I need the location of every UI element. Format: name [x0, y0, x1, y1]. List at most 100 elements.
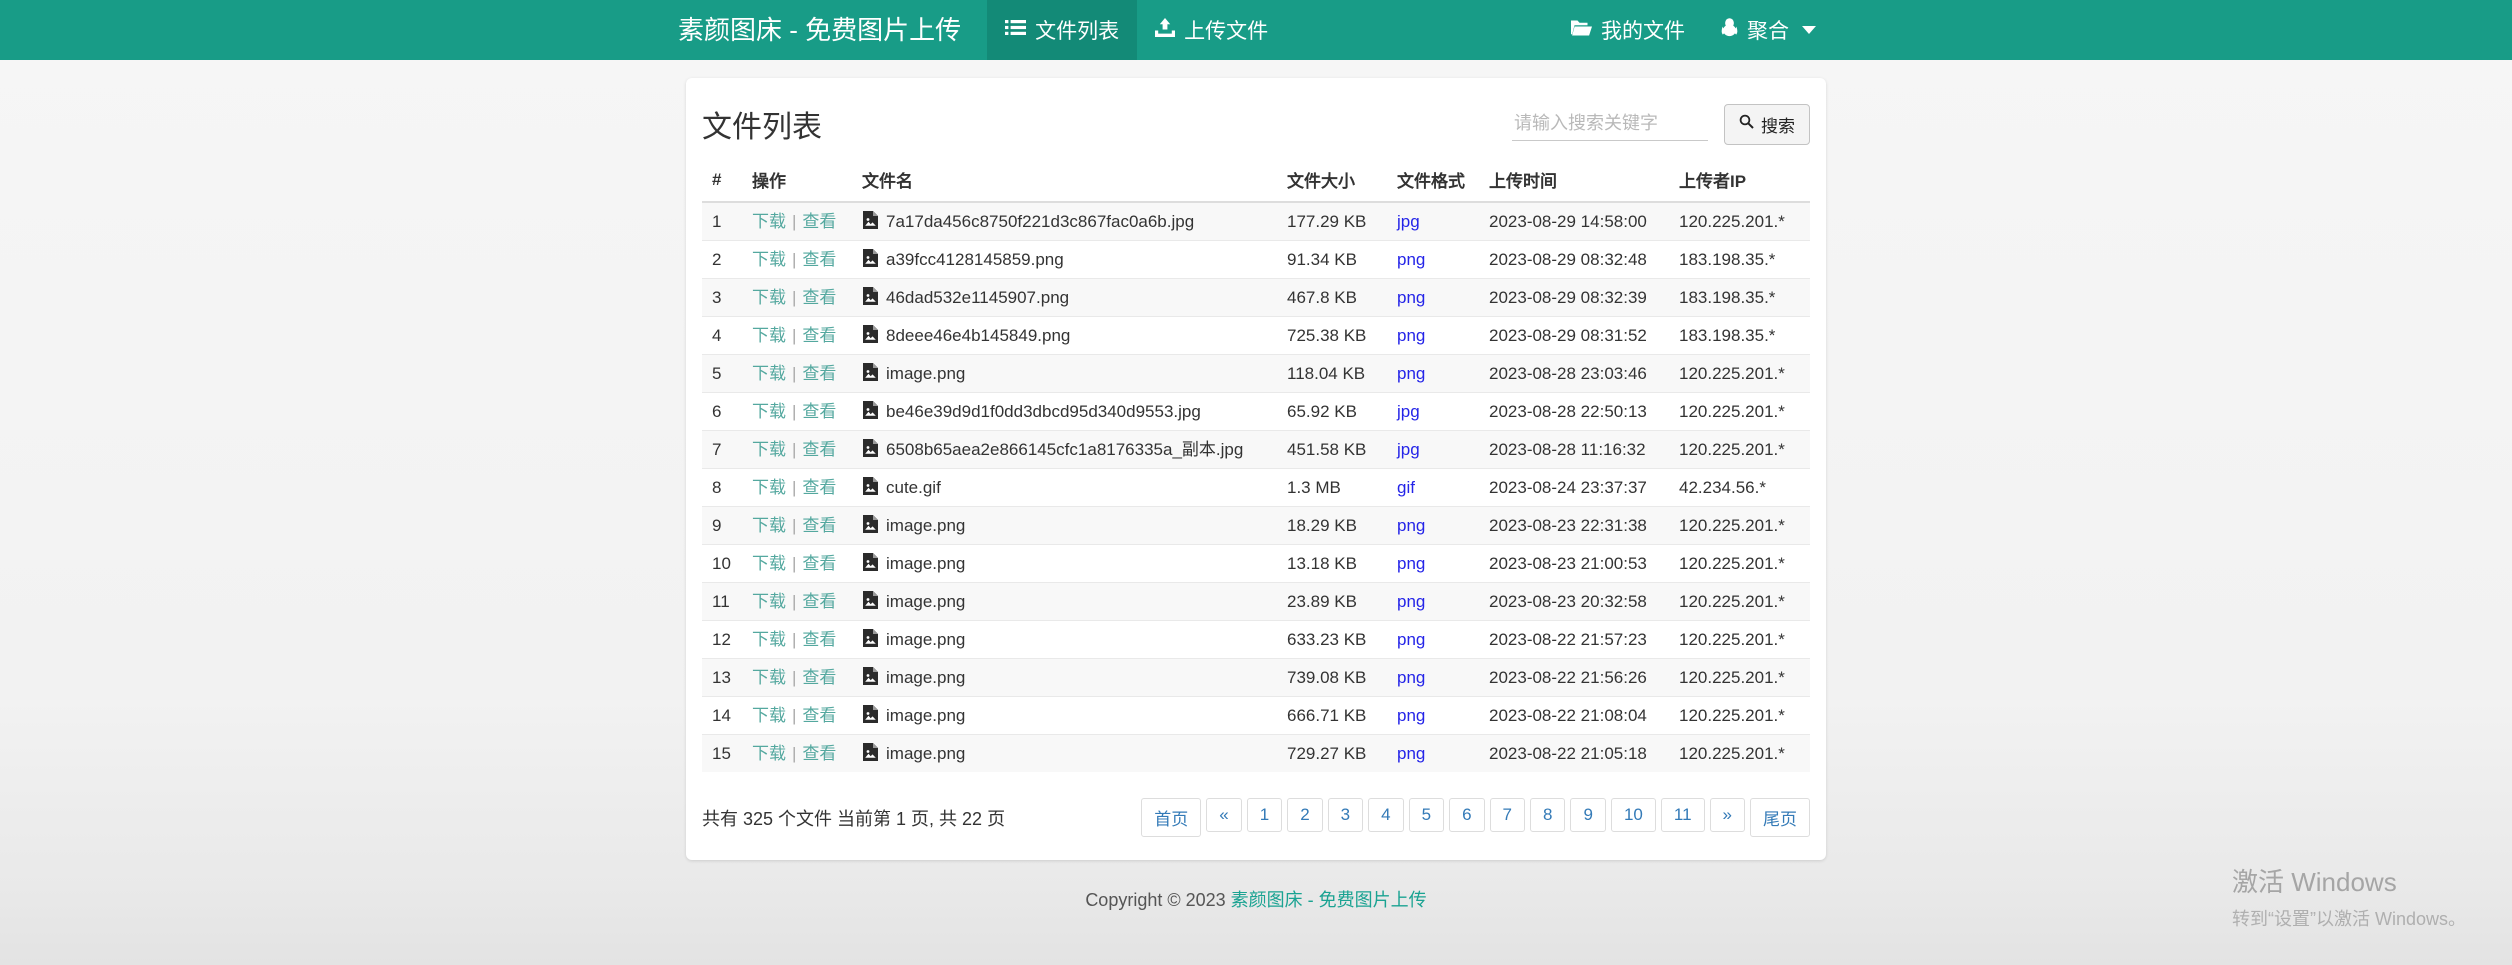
- action-separator: |: [792, 326, 796, 345]
- col-header-action: 操作: [742, 158, 852, 202]
- cell-format: png: [1387, 317, 1479, 355]
- file-image-icon: [862, 516, 886, 535]
- download-link[interactable]: 下载: [752, 402, 786, 421]
- view-link[interactable]: 查看: [802, 440, 836, 459]
- format-link[interactable]: jpg: [1397, 402, 1420, 421]
- format-link[interactable]: png: [1397, 326, 1425, 345]
- view-link[interactable]: 查看: [802, 402, 836, 421]
- cell-index: 11: [702, 583, 742, 621]
- table-row: 12下载|查看image.png633.23 KBpng2023-08-22 2…: [702, 621, 1810, 659]
- page-button[interactable]: 4: [1368, 798, 1403, 832]
- page-button[interactable]: 10: [1611, 798, 1656, 832]
- view-link[interactable]: 查看: [802, 212, 836, 231]
- download-link[interactable]: 下载: [752, 516, 786, 535]
- footer-site-link[interactable]: 素颜图床 - 免费图片上传: [1231, 890, 1427, 910]
- download-link[interactable]: 下载: [752, 440, 786, 459]
- format-link[interactable]: png: [1397, 592, 1425, 611]
- download-link[interactable]: 下载: [752, 326, 786, 345]
- format-link[interactable]: png: [1397, 288, 1425, 307]
- page-button[interactable]: 尾页: [1750, 798, 1810, 837]
- format-link[interactable]: png: [1397, 630, 1425, 649]
- file-image-icon: [862, 364, 886, 383]
- file-image-icon: [862, 250, 886, 269]
- page-button[interactable]: 8: [1530, 798, 1565, 832]
- format-link[interactable]: png: [1397, 364, 1425, 383]
- page-button[interactable]: 9: [1570, 798, 1605, 832]
- view-link[interactable]: 查看: [802, 364, 836, 383]
- page-button[interactable]: 2: [1287, 798, 1322, 832]
- search-button[interactable]: 搜索: [1724, 104, 1810, 145]
- page-button[interactable]: 首页: [1141, 798, 1201, 837]
- download-link[interactable]: 下载: [752, 668, 786, 687]
- download-link[interactable]: 下载: [752, 250, 786, 269]
- format-link[interactable]: png: [1397, 554, 1425, 573]
- page-button[interactable]: «: [1206, 798, 1241, 832]
- view-link[interactable]: 查看: [802, 326, 836, 345]
- pagination-item: 首页: [1136, 798, 1201, 837]
- format-link[interactable]: png: [1397, 706, 1425, 725]
- download-link[interactable]: 下载: [752, 630, 786, 649]
- format-link[interactable]: jpg: [1397, 212, 1420, 231]
- view-link[interactable]: 查看: [802, 592, 836, 611]
- view-link[interactable]: 查看: [802, 668, 836, 687]
- format-link[interactable]: png: [1397, 516, 1425, 535]
- folder-open-icon: [1571, 18, 1592, 42]
- file-image-icon: [862, 326, 886, 345]
- format-link[interactable]: png: [1397, 744, 1425, 763]
- page-button[interactable]: 11: [1661, 798, 1705, 832]
- cell-filename: 8deee46e4b145849.png: [852, 317, 1277, 355]
- download-link[interactable]: 下载: [752, 364, 786, 383]
- page-button[interactable]: 5: [1409, 798, 1444, 832]
- format-link[interactable]: png: [1397, 250, 1425, 269]
- view-link[interactable]: 查看: [802, 478, 836, 497]
- download-link[interactable]: 下载: [752, 706, 786, 725]
- pagination-item: 3: [1323, 798, 1363, 837]
- col-header-ip: 上传者IP: [1669, 158, 1810, 202]
- filename-text: image.png: [886, 554, 965, 573]
- format-link[interactable]: png: [1397, 668, 1425, 687]
- pagination-item: 2: [1282, 798, 1322, 837]
- page-button[interactable]: 7: [1490, 798, 1525, 832]
- page-button[interactable]: »: [1710, 798, 1745, 832]
- view-link[interactable]: 查看: [802, 630, 836, 649]
- download-link[interactable]: 下载: [752, 592, 786, 611]
- cell-actions: 下载|查看: [742, 507, 852, 545]
- nav-item-aggregate[interactable]: 聚合: [1703, 0, 1834, 60]
- download-link[interactable]: 下载: [752, 212, 786, 231]
- download-link[interactable]: 下载: [752, 554, 786, 573]
- download-link[interactable]: 下载: [752, 288, 786, 307]
- cell-size: 633.23 KB: [1277, 621, 1387, 659]
- pagination-item: 8: [1525, 798, 1565, 837]
- cell-index: 12: [702, 621, 742, 659]
- download-link[interactable]: 下载: [752, 478, 786, 497]
- brand-link[interactable]: 素颜图床 - 免费图片上传: [678, 0, 961, 60]
- page-button[interactable]: 3: [1328, 798, 1363, 832]
- view-link[interactable]: 查看: [802, 250, 836, 269]
- format-link[interactable]: jpg: [1397, 440, 1420, 459]
- cell-filename: image.png: [852, 697, 1277, 735]
- nav-item-upload[interactable]: 上传文件: [1137, 0, 1286, 60]
- search-input[interactable]: [1512, 107, 1708, 141]
- col-header-index: #: [702, 158, 742, 202]
- view-link[interactable]: 查看: [802, 744, 836, 763]
- page-button[interactable]: 1: [1247, 798, 1282, 832]
- file-list-card: 文件列表 搜索 # 操作 文件名 文件大: [686, 78, 1826, 860]
- cell-filename: image.png: [852, 583, 1277, 621]
- view-link[interactable]: 查看: [802, 554, 836, 573]
- page-button[interactable]: 6: [1449, 798, 1484, 832]
- cell-size: 65.92 KB: [1277, 393, 1387, 431]
- download-link[interactable]: 下载: [752, 744, 786, 763]
- cell-actions: 下载 | 查看: [742, 697, 852, 735]
- cell-upload-time: 2023-08-22 21:08:04: [1479, 697, 1669, 735]
- cell-format: png: [1387, 659, 1479, 697]
- nav-item-my-files[interactable]: 我的文件: [1553, 0, 1703, 60]
- cell-format: png: [1387, 355, 1479, 393]
- view-link[interactable]: 查看: [802, 706, 836, 725]
- cell-size: 739.08 KB: [1277, 659, 1387, 697]
- view-link[interactable]: 查看: [802, 288, 836, 307]
- view-link[interactable]: 查看: [802, 516, 836, 535]
- action-separator: |: [792, 250, 796, 269]
- format-link[interactable]: gif: [1397, 478, 1415, 497]
- action-separator: |: [792, 706, 796, 725]
- nav-item-file-list[interactable]: 文件列表: [987, 0, 1137, 60]
